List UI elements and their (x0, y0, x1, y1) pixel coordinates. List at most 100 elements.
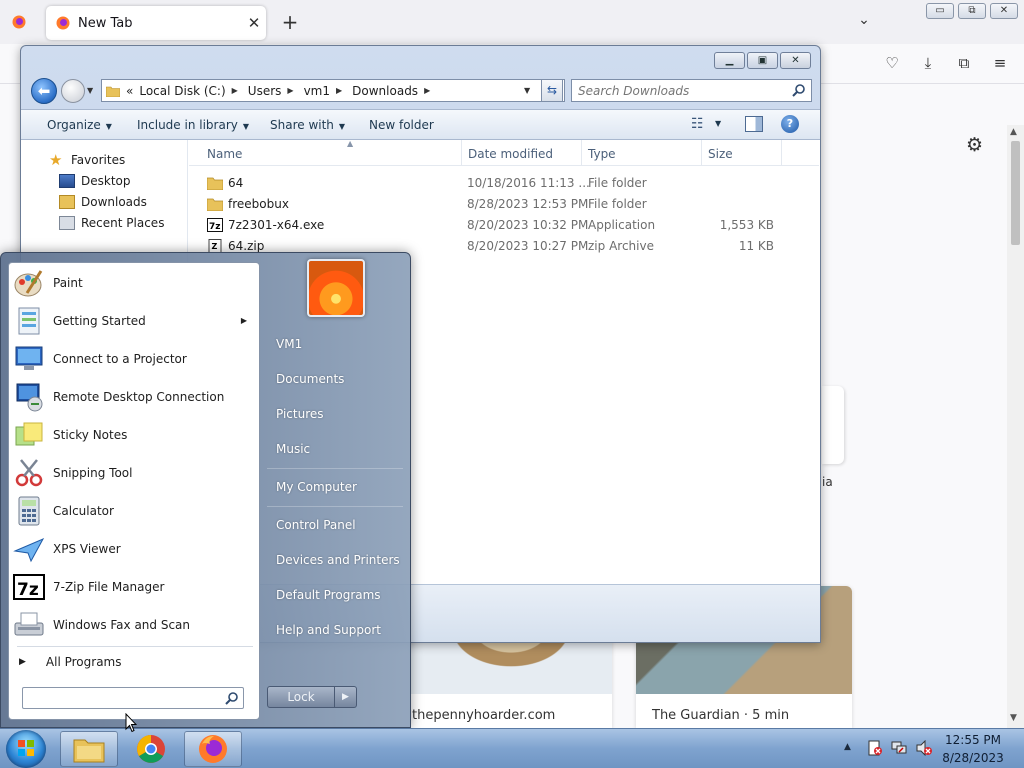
organize-button[interactable]: Organize ▼ (47, 118, 112, 132)
lock-button[interactable]: Lock (267, 686, 335, 708)
start-link-pictures[interactable]: Pictures (276, 407, 324, 421)
sticky-notes-icon (15, 422, 43, 446)
all-programs-button[interactable]: ▶ All Programs (19, 655, 122, 669)
search-icon[interactable] (225, 691, 239, 705)
start-link-default-programs[interactable]: Default Programs (276, 588, 381, 602)
forward-button[interactable] (61, 79, 85, 103)
list-all-tabs-icon[interactable]: ⌄ (854, 12, 874, 32)
start-item-xps-viewer[interactable]: XPS Viewer (13, 531, 257, 567)
start-button[interactable] (6, 730, 46, 768)
start-link-documents[interactable]: Documents (276, 372, 344, 386)
new-folder-button[interactable]: New folder (369, 118, 434, 132)
start-item-connect-projector[interactable]: Connect to a Projector (13, 341, 257, 377)
column-header-name[interactable]: Name (207, 147, 242, 161)
downloads-folder-icon (59, 195, 75, 209)
top-site-card[interactable] (822, 386, 844, 464)
scrollbar-thumb[interactable] (1011, 141, 1020, 245)
scroll-down-icon[interactable]: ▼ (1010, 713, 1017, 723)
tab-new-tab[interactable]: New Tab ✕ (46, 6, 266, 40)
show-hidden-icons-icon[interactable]: ▲ (844, 742, 851, 752)
start-link-devices-printers[interactable]: Devices and Printers (276, 553, 400, 567)
pocket-icon[interactable]: ♡ (882, 54, 902, 74)
refresh-button[interactable]: ⇆ (541, 79, 563, 102)
firefox-menu-icon[interactable] (12, 15, 26, 29)
extensions-icon[interactable]: ⧉ (954, 54, 974, 74)
network-icon[interactable] (891, 740, 907, 756)
nav-favorites[interactable]: ★ Favorites (49, 153, 125, 168)
view-options-dropdown-icon[interactable]: ▼ (715, 119, 721, 128)
explorer-minimize-button[interactable]: ▁ (714, 52, 745, 69)
column-divider[interactable] (701, 140, 702, 166)
new-tab-button[interactable]: + (280, 10, 300, 34)
column-header-type[interactable]: Type (588, 147, 616, 161)
minimize-button[interactable]: ▭ (926, 3, 954, 19)
page-scrollbar[interactable]: ▲ ▼ (1007, 125, 1024, 728)
start-item-paint[interactable]: Paint (13, 265, 257, 301)
scroll-up-icon[interactable]: ▲ (1010, 127, 1017, 137)
start-item-calculator[interactable]: Calculator (13, 493, 257, 529)
start-search-input[interactable] (22, 687, 244, 709)
chevron-right-icon[interactable]: ▶ (287, 86, 293, 95)
chevron-right-icon[interactable]: ▶ (232, 86, 238, 95)
start-link-computer[interactable]: My Computer (276, 480, 357, 494)
start-link-help-support[interactable]: Help and Support (276, 623, 381, 637)
restore-button[interactable]: ⧉ (958, 3, 986, 19)
file-row[interactable]: 7z 7z2301-x64.exe 8/20/2023 10:32 PM Appl… (207, 215, 797, 235)
breadcrumb-vm1[interactable]: vm1 (304, 84, 330, 98)
change-view-icon[interactable]: ☷ (691, 116, 704, 132)
start-link-user[interactable]: VM1 (276, 337, 302, 351)
mouse-cursor-icon (125, 713, 137, 733)
share-with-button[interactable]: Share with ▼ (270, 118, 345, 132)
address-overflow-button[interactable]: « (126, 84, 133, 98)
chevron-right-icon[interactable]: ▶ (336, 86, 342, 95)
fax-scan-icon (14, 612, 44, 636)
action-center-icon[interactable] (867, 740, 883, 756)
search-input[interactable] (571, 79, 812, 102)
downloads-icon[interactable]: ⤓ (918, 54, 938, 74)
gear-icon[interactable]: ⚙ (966, 134, 983, 156)
power-options-arrow-icon[interactable]: ▶ (335, 686, 357, 708)
start-item-7zip[interactable]: 7z 7-Zip File Manager (13, 569, 257, 605)
preview-pane-icon[interactable] (745, 116, 763, 132)
column-divider[interactable] (461, 140, 462, 166)
search-icon[interactable] (792, 83, 806, 97)
menu-icon[interactable]: ≡ (990, 54, 1010, 74)
explorer-close-button[interactable]: ✕ (780, 52, 811, 69)
column-header-date[interactable]: Date modified (468, 147, 553, 161)
taskbar-explorer-button[interactable] (60, 731, 118, 767)
start-link-music[interactable]: Music (276, 442, 310, 456)
start-item-snipping-tool[interactable]: Snipping Tool (13, 455, 257, 491)
taskbar-chrome-button[interactable] (122, 731, 180, 767)
column-divider[interactable] (581, 140, 582, 166)
recent-pages-dropdown-icon[interactable]: ▼ (87, 86, 93, 95)
user-avatar[interactable] (307, 259, 365, 317)
close-window-button[interactable]: ✕ (990, 3, 1018, 19)
include-in-library-button[interactable]: Include in library ▼ (137, 118, 249, 132)
help-icon[interactable]: ? (781, 115, 799, 133)
volume-icon[interactable] (916, 740, 932, 756)
nav-downloads[interactable]: Downloads (59, 195, 147, 209)
clock-time[interactable]: 12:55 PM (938, 733, 1008, 747)
nav-recent-places[interactable]: Recent Places (59, 216, 164, 230)
file-row[interactable]: 64 10/18/2016 11:13 ... File folder (207, 173, 797, 193)
close-tab-icon[interactable]: ✕ (242, 14, 266, 32)
address-bar[interactable]: « Local Disk (C:) ▶ Users ▶ vm1 ▶ Downlo… (101, 79, 565, 102)
start-item-sticky-notes[interactable]: Sticky Notes (13, 417, 257, 453)
address-history-dropdown-icon[interactable]: ▼ (524, 86, 538, 95)
start-item-remote-desktop[interactable]: Remote Desktop Connection (13, 379, 257, 415)
explorer-maximize-button[interactable]: ▣ (747, 52, 778, 69)
back-button[interactable]: ⬅ (31, 78, 57, 104)
breadcrumb-downloads[interactable]: Downloads (352, 84, 418, 98)
nav-desktop[interactable]: Desktop (59, 174, 131, 188)
taskbar-firefox-button[interactable] (184, 731, 242, 767)
column-divider[interactable] (781, 140, 782, 166)
breadcrumb-users[interactable]: Users (248, 84, 282, 98)
start-item-getting-started[interactable]: Getting Started ▶ (13, 303, 257, 339)
chevron-right-icon[interactable]: ▶ (424, 86, 430, 95)
file-row[interactable]: freebobux 8/28/2023 12:53 PM File folder (207, 194, 797, 214)
start-link-control-panel[interactable]: Control Panel (276, 518, 356, 532)
column-header-size[interactable]: Size (708, 147, 733, 161)
breadcrumb-local-disk[interactable]: Local Disk (C:) (139, 84, 225, 98)
clock-date[interactable]: 8/28/2023 (938, 751, 1008, 765)
start-item-fax-scan[interactable]: Windows Fax and Scan (13, 607, 257, 643)
